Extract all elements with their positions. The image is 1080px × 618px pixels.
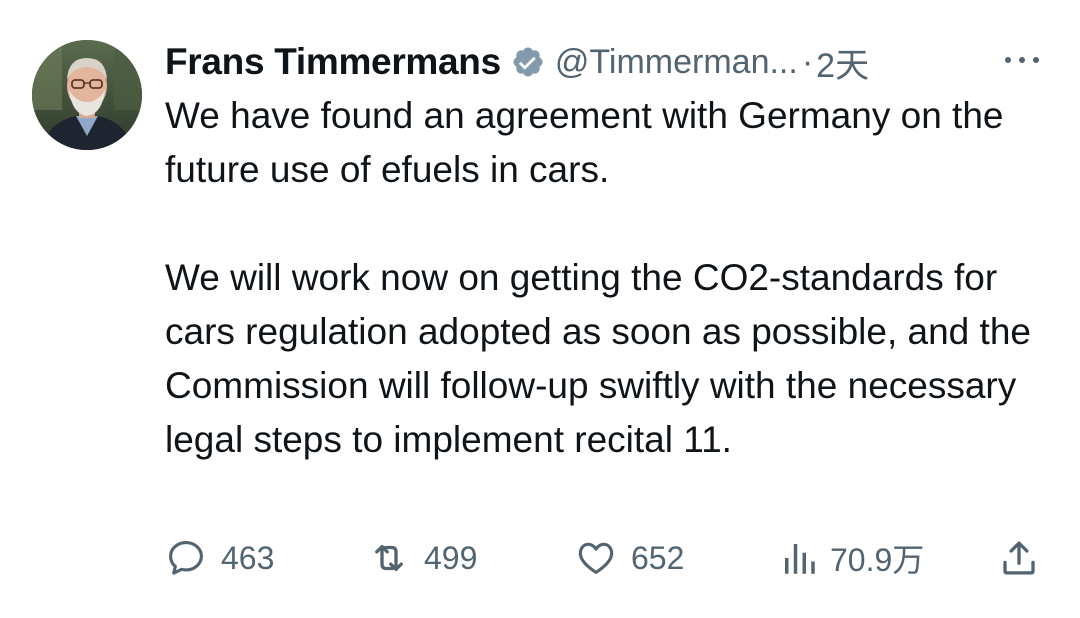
views-button[interactable]: 70.9万 [778,530,924,586]
tweet-paragraph: We have found an agreement with Germany … [165,95,1004,190]
heart-icon [575,537,617,579]
action-bar: 463 499 652 70.9万 [0,530,1080,586]
views-count: 70.9万 [830,542,925,578]
verified-badge-icon [511,45,545,79]
reply-button[interactable]: 463 [165,530,274,586]
author-name[interactable]: Frans Timmermans [165,41,501,83]
tweet-text: We have found an agreement with Germany … [165,89,1065,467]
share-button[interactable] [998,530,1040,586]
retweet-icon [368,537,410,579]
share-icon [998,537,1040,579]
avatar[interactable] [32,40,142,150]
reply-icon [165,537,207,579]
reply-count: 463 [221,539,275,576]
retweet-count: 499 [424,539,478,576]
author-handle[interactable]: @Timmerman... [555,43,798,82]
retweet-button[interactable]: 499 [368,530,477,586]
tweet-paragraph: We will work now on getting the CO2-stan… [165,257,1031,460]
separator-dot: · [801,42,814,81]
views-chart-icon [778,537,820,579]
like-button[interactable]: 652 [575,530,684,586]
like-count: 652 [631,539,685,576]
more-options-icon[interactable] [1000,48,1044,72]
post-time[interactable]: 2天 [816,38,869,87]
tweet-card: Frans Timmermans @Timmerman... · 2天 We h… [0,0,1080,618]
tweet-header: Frans Timmermans @Timmerman... · 2天 [165,36,869,88]
